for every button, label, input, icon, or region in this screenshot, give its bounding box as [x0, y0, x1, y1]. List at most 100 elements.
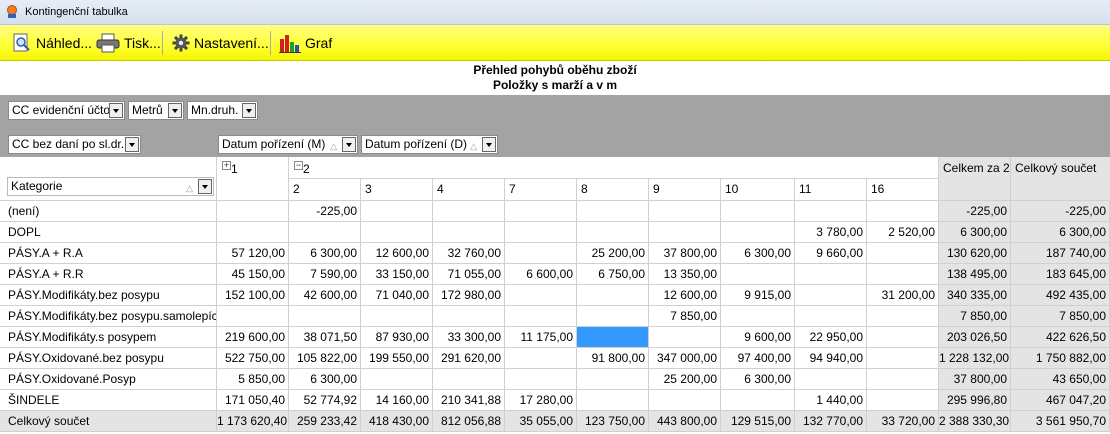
table-cell[interactable]: 33 150,00	[361, 264, 433, 285]
subtotal-cell[interactable]: -225,00	[939, 201, 1011, 222]
table-cell[interactable]: 152 100,00	[217, 285, 289, 306]
table-cell[interactable]: 31 200,00	[867, 285, 939, 306]
table-cell[interactable]: 9 915,00	[721, 285, 795, 306]
table-cell[interactable]: 129 515,00	[721, 411, 795, 432]
table-cell[interactable]: 17 280,00	[505, 390, 577, 411]
collapse-minus-icon[interactable]: −	[294, 161, 303, 170]
row-field-cc-bez-dani[interactable]: CC bez daní po sl.dr.	[8, 135, 141, 154]
table-cell[interactable]: 14 160,00	[361, 390, 433, 411]
table-cell[interactable]: 33 720,00	[867, 411, 939, 432]
grand-total-cell[interactable]: 6 300,00	[1011, 222, 1110, 243]
filter-field-cc-evidencni[interactable]: CC evidenční účto	[8, 101, 125, 120]
row-label[interactable]: PÁSY.A + R.R	[0, 264, 217, 285]
table-cell[interactable]	[795, 369, 867, 390]
subtotal-cell[interactable]: 295 996,80	[939, 390, 1011, 411]
subtotal-cell[interactable]: 2 388 330,30	[939, 411, 1011, 432]
grand-total-cell[interactable]: 43 650,00	[1011, 369, 1110, 390]
expand-plus-icon[interactable]: +	[222, 161, 231, 170]
row-label[interactable]: (není)	[0, 201, 217, 222]
table-cell[interactable]	[217, 201, 289, 222]
row-label[interactable]: ŠINDELE	[0, 390, 217, 411]
table-cell[interactable]	[795, 306, 867, 327]
table-cell[interactable]: 12 600,00	[361, 243, 433, 264]
table-cell[interactable]	[289, 306, 361, 327]
table-cell[interactable]	[505, 201, 577, 222]
table-cell[interactable]	[577, 222, 649, 243]
table-cell[interactable]: 1 440,00	[795, 390, 867, 411]
table-cell[interactable]	[867, 390, 939, 411]
table-cell[interactable]: 418 430,00	[361, 411, 433, 432]
grand-total-cell[interactable]: 7 850,00	[1011, 306, 1110, 327]
table-cell[interactable]: 6 750,00	[577, 264, 649, 285]
table-cell[interactable]: 171 050,40	[217, 390, 289, 411]
chevron-down-icon[interactable]	[342, 137, 356, 152]
table-cell[interactable]: 1 173 620,40	[217, 411, 289, 432]
table-cell[interactable]	[361, 201, 433, 222]
row-label[interactable]: DOPL	[0, 222, 217, 243]
table-cell[interactable]	[433, 306, 505, 327]
table-cell[interactable]: 12 600,00	[649, 285, 721, 306]
table-cell[interactable]	[649, 222, 721, 243]
table-cell[interactable]: 6 300,00	[289, 243, 361, 264]
subtotal-cell[interactable]: 203 026,50	[939, 327, 1011, 348]
table-cell[interactable]: 7 590,00	[289, 264, 361, 285]
subtotal-cell[interactable]: 7 850,00	[939, 306, 1011, 327]
table-cell[interactable]: 522 750,00	[217, 348, 289, 369]
chevron-down-icon[interactable]	[198, 179, 212, 194]
chevron-down-icon[interactable]	[109, 103, 123, 118]
chevron-down-icon[interactable]	[242, 103, 256, 118]
table-cell[interactable]	[217, 222, 289, 243]
table-cell[interactable]	[505, 348, 577, 369]
table-cell[interactable]	[649, 327, 721, 348]
table-cell[interactable]: 199 550,00	[361, 348, 433, 369]
table-cell[interactable]: 172 980,00	[433, 285, 505, 306]
table-cell[interactable]: 210 341,88	[433, 390, 505, 411]
table-cell[interactable]	[505, 243, 577, 264]
table-cell[interactable]: 3 780,00	[795, 222, 867, 243]
table-cell[interactable]	[721, 201, 795, 222]
table-cell[interactable]: 123 750,00	[577, 411, 649, 432]
grand-total-cell[interactable]: 492 435,00	[1011, 285, 1110, 306]
table-cell[interactable]	[795, 264, 867, 285]
table-cell[interactable]: 219 600,00	[217, 327, 289, 348]
table-cell[interactable]	[649, 390, 721, 411]
filter-field-metru[interactable]: Metrů	[128, 101, 184, 120]
table-cell[interactable]	[577, 201, 649, 222]
category-field-button[interactable]: Kategorie △	[7, 177, 214, 196]
table-cell[interactable]: 71 055,00	[433, 264, 505, 285]
row-label[interactable]: Celkový součet	[0, 411, 217, 432]
table-cell[interactable]	[649, 201, 721, 222]
table-cell[interactable]	[795, 201, 867, 222]
filter-field-mn-druh[interactable]: Mn.druh.	[187, 101, 258, 120]
table-cell[interactable]: 87 930,00	[361, 327, 433, 348]
row-label[interactable]: PÁSY.Oxidované.bez posypu	[0, 348, 217, 369]
table-cell[interactable]	[433, 201, 505, 222]
table-cell[interactable]	[867, 264, 939, 285]
table-cell[interactable]: 32 760,00	[433, 243, 505, 264]
subtotal-cell[interactable]: 138 495,00	[939, 264, 1011, 285]
table-cell[interactable]	[505, 285, 577, 306]
chevron-down-icon[interactable]	[125, 137, 139, 152]
table-cell[interactable]	[433, 222, 505, 243]
table-cell[interactable]	[795, 285, 867, 306]
table-cell[interactable]: 291 620,00	[433, 348, 505, 369]
print-button[interactable]: Tisk...	[96, 25, 161, 60]
table-cell[interactable]: 347 000,00	[649, 348, 721, 369]
table-cell[interactable]	[505, 369, 577, 390]
column-field-datum-d[interactable]: Datum pořízení (D) △	[361, 135, 498, 154]
table-cell[interactable]: 25 200,00	[649, 369, 721, 390]
table-cell[interactable]	[867, 306, 939, 327]
table-cell[interactable]: -225,00	[289, 201, 361, 222]
table-cell[interactable]	[577, 306, 649, 327]
table-cell[interactable]: 57 120,00	[217, 243, 289, 264]
table-cell[interactable]: 9 600,00	[721, 327, 795, 348]
table-cell[interactable]: 443 800,00	[649, 411, 721, 432]
table-cell[interactable]	[505, 306, 577, 327]
table-cell[interactable]	[721, 222, 795, 243]
subtotal-cell[interactable]: 1 228 132,00	[939, 348, 1011, 369]
table-cell[interactable]: 33 300,00	[433, 327, 505, 348]
table-cell[interactable]	[577, 390, 649, 411]
table-cell[interactable]	[867, 369, 939, 390]
table-cell[interactable]	[577, 369, 649, 390]
table-cell[interactable]: 132 770,00	[795, 411, 867, 432]
